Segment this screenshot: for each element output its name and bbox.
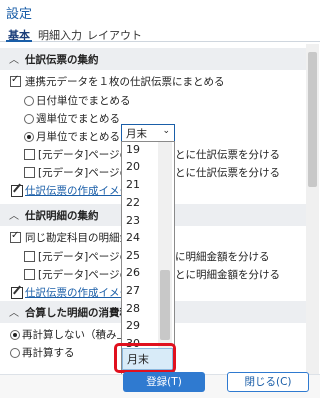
- window-title: 設定: [6, 7, 33, 22]
- highlight-annotation-box: [114, 343, 176, 373]
- merge-label: 連携元データを１枚の仕訳伝票にまとめる: [25, 76, 225, 88]
- detail-image-link[interactable]: 仕訳伝票の作成イメー: [25, 285, 130, 300]
- section-title: 仕訳明細の集約: [25, 210, 99, 222]
- active-tab-underline: [6, 40, 32, 42]
- dropdown-option[interactable]: 23: [126, 214, 140, 227]
- radio-daily[interactable]: [24, 96, 34, 106]
- radio-weekly[interactable]: [24, 114, 34, 124]
- chevron-up-icon: ︿: [9, 211, 19, 222]
- merge-checkbox[interactable]: [10, 74, 21, 87]
- radio-recalc-label: 再計算する: [22, 347, 75, 359]
- dropdown-scrollbar-thumb[interactable]: [160, 270, 170, 340]
- dropdown-option[interactable]: 20: [126, 160, 140, 173]
- split-voucher-checkbox-2[interactable]: [24, 167, 35, 178]
- dropdown-option[interactable]: 25: [126, 249, 140, 262]
- same-account-checkbox[interactable]: [10, 230, 21, 243]
- monthly-day-select[interactable]: 月末 ⌄: [121, 124, 175, 142]
- split-amount-label-1b: に明細金額を分ける: [175, 251, 270, 263]
- tab-divider: [0, 41, 320, 42]
- split-voucher-label-2a: [元データ]ページの: [38, 167, 130, 179]
- radio-monthly-label: 月単位でまとめる: [36, 131, 120, 143]
- dropdown-option[interactable]: 19: [126, 143, 140, 156]
- split-amount-checkbox-2[interactable]: [24, 269, 35, 280]
- dropdown-option[interactable]: 21: [126, 178, 140, 191]
- select-value: 月末: [126, 128, 147, 140]
- dropdown-option[interactable]: 27: [126, 284, 140, 297]
- chevron-up-icon: ︿: [9, 55, 19, 66]
- radio-recalc[interactable]: [10, 348, 20, 358]
- dropdown-option[interactable]: 24: [126, 231, 140, 244]
- dropdown-option[interactable]: 29: [126, 319, 140, 332]
- split-amount-label-2b: とに明細金額を分ける: [175, 269, 280, 281]
- dropdown-scrollbar[interactable]: [158, 142, 172, 376]
- split-amount-checkbox-1[interactable]: [24, 251, 35, 262]
- chevron-down-icon: ⌄: [162, 126, 170, 136]
- edit-note-icon: [11, 185, 23, 197]
- split-amount-label-2a: [元データ]ページの: [38, 269, 130, 281]
- section-title: 合算した明細の消費税: [25, 307, 130, 319]
- section-header-voucher-aggregation[interactable]: ︿ 仕訳伝票の集約: [0, 48, 306, 70]
- register-button[interactable]: 登録(T): [123, 372, 205, 392]
- dropdown-option[interactable]: 26: [126, 266, 140, 279]
- main-scrollbar-thumb[interactable]: [308, 52, 317, 187]
- radio-monthly[interactable]: [24, 132, 34, 142]
- dropdown-option[interactable]: 28: [126, 302, 140, 315]
- voucher-image-link[interactable]: 仕訳伝票の作成イメー: [25, 183, 130, 198]
- close-button[interactable]: 閉じる(C): [227, 372, 309, 392]
- section-title: 仕訳伝票の集約: [25, 54, 99, 66]
- radio-daily-label: 日付単位でまとめる: [36, 95, 131, 107]
- radio-weekly-label: 週単位でまとめる: [36, 113, 120, 125]
- edit-note-icon: [11, 287, 23, 299]
- chevron-up-icon: ︿: [9, 308, 19, 319]
- dropdown-option[interactable]: 22: [126, 196, 140, 209]
- radio-no-recalc[interactable]: [10, 330, 20, 340]
- split-voucher-label-1a: [元データ]ページの: [38, 149, 130, 161]
- split-voucher-label-1b: とに仕訳伝票を分ける: [175, 149, 280, 161]
- same-account-label: 同じ勘定科目の明細金: [25, 232, 130, 244]
- split-amount-label-1a: [元データ]ページの: [38, 251, 130, 263]
- split-voucher-label-2b: とに仕訳伝票を分ける: [175, 167, 280, 179]
- split-voucher-checkbox-1[interactable]: [24, 149, 35, 160]
